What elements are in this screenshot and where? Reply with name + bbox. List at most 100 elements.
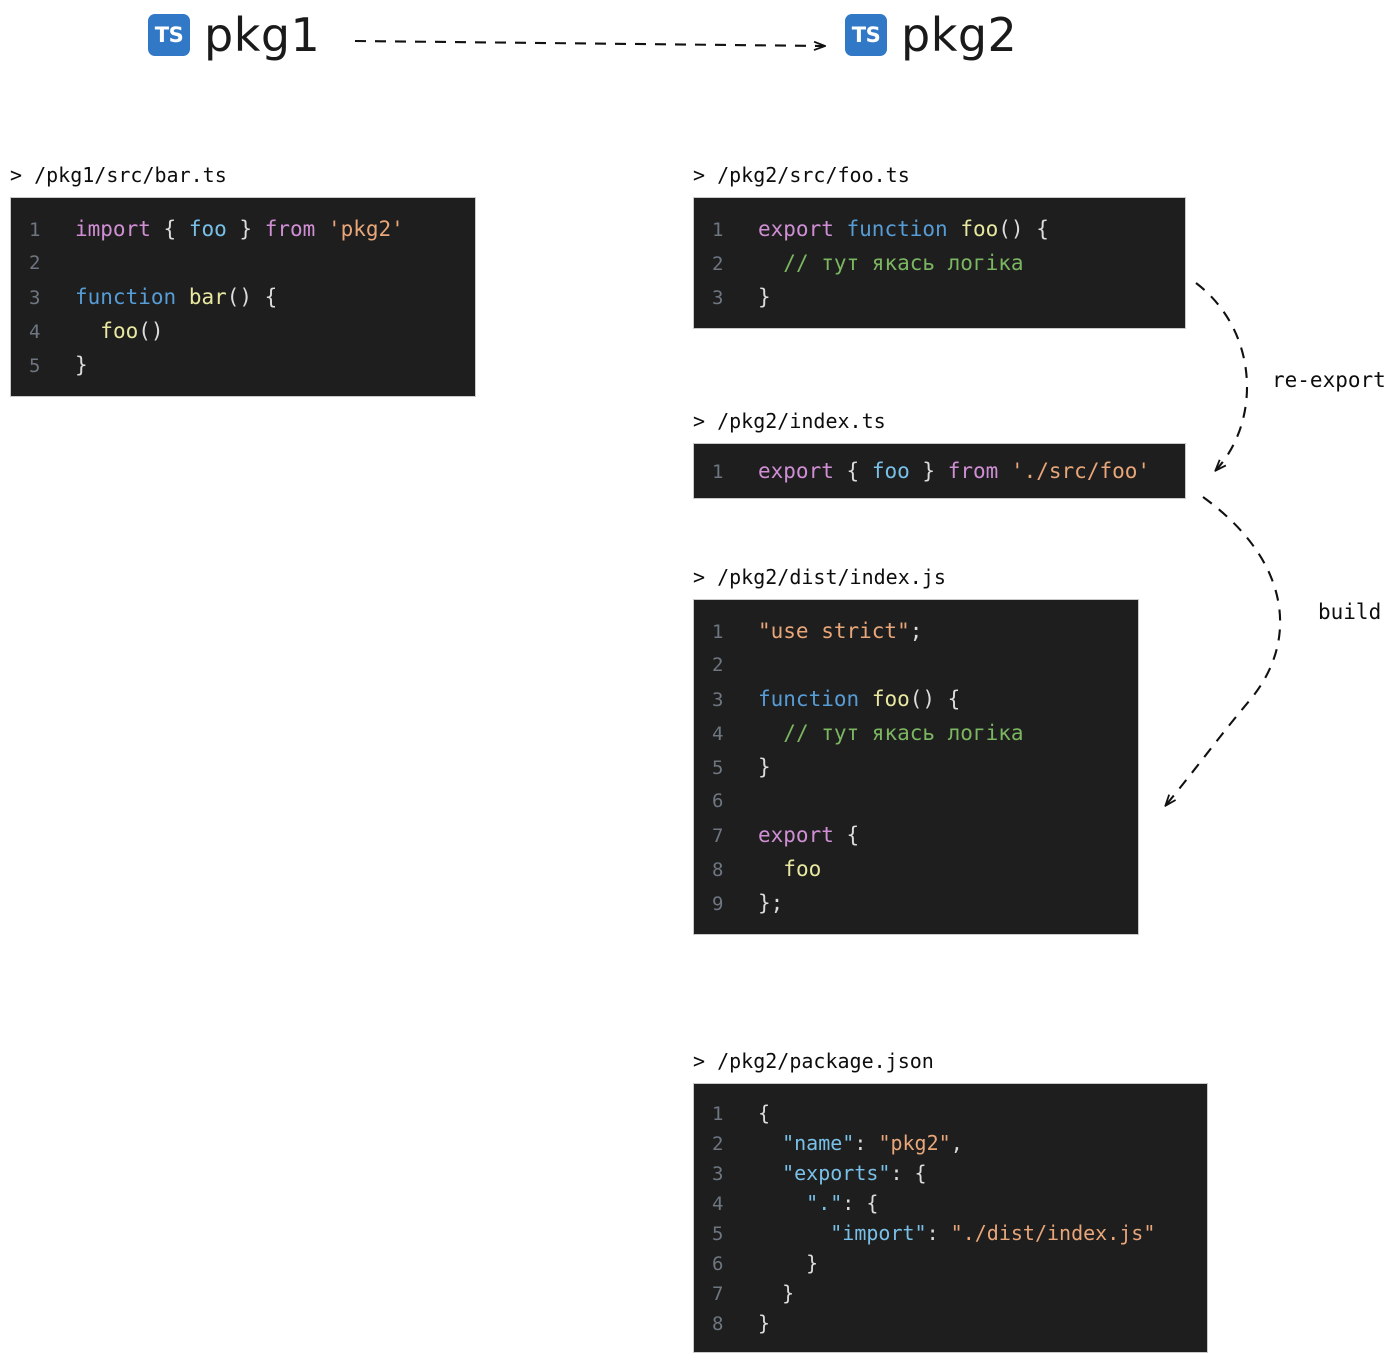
typescript-logo-text: TS bbox=[851, 22, 881, 47]
code-token: } bbox=[922, 459, 936, 483]
code-line: 6 bbox=[694, 784, 1138, 818]
package-label-pkg1: TS pkg1 bbox=[148, 12, 320, 58]
code-text: export { bbox=[758, 818, 859, 852]
code-token: }; bbox=[758, 891, 784, 915]
code-text: "import": "./dist/index.js" bbox=[758, 1218, 1155, 1248]
code-token: foo bbox=[100, 319, 139, 343]
code-text: function bar() { bbox=[75, 280, 277, 314]
code-text: // тут якась логіка bbox=[758, 716, 1024, 750]
line-number: 1 bbox=[712, 461, 724, 483]
code-line: 9}; bbox=[694, 886, 1138, 920]
code-text: } bbox=[758, 1278, 794, 1308]
line-number: 8 bbox=[712, 1313, 724, 1335]
typescript-logo-text: TS bbox=[154, 22, 184, 47]
line-number: 1 bbox=[712, 1103, 724, 1125]
file-group-index-ts: > /pkg2/index.ts 1 export { foo } from '.… bbox=[693, 409, 1186, 499]
code-token: export bbox=[758, 217, 834, 241]
code-token: from bbox=[264, 217, 316, 241]
code-line: 7 } bbox=[694, 1278, 1207, 1308]
code-text: { bbox=[758, 1098, 770, 1128]
code-line: 3} bbox=[694, 280, 1185, 314]
code-line: 1 import { foo } from 'pkg2' bbox=[11, 212, 475, 246]
code-block-package-json: 1{2 "name": "pkg2", 3 "exports": {4 ".": … bbox=[693, 1083, 1208, 1353]
code-text: }; bbox=[758, 886, 783, 920]
line-number: 3 bbox=[712, 689, 724, 711]
edge-label-re-export: re-export bbox=[1272, 368, 1386, 392]
code-token: from bbox=[947, 459, 999, 483]
code-token: "pkg2" bbox=[878, 1131, 951, 1155]
line-number: 5 bbox=[29, 355, 41, 377]
typescript-logo-icon: TS bbox=[845, 14, 887, 56]
line-number: 4 bbox=[712, 723, 724, 745]
file-path-index-ts: > /pkg2/index.ts bbox=[693, 409, 886, 433]
code-line: 2 bbox=[11, 246, 475, 280]
code-text: // тут якась логіка bbox=[758, 246, 1024, 280]
code-token: export bbox=[758, 459, 834, 483]
code-text: export function foo() { bbox=[758, 212, 1049, 246]
line-number: 4 bbox=[712, 1193, 724, 1215]
code-token: // тут якась логіка bbox=[783, 721, 1024, 745]
code-line: 5} bbox=[694, 750, 1138, 784]
code-token: function bbox=[846, 217, 948, 241]
code-token: foo bbox=[871, 687, 910, 711]
code-token: : bbox=[854, 1131, 879, 1155]
line-number: 1 bbox=[29, 219, 41, 241]
file-path-dist-index-js: > /pkg2/dist/index.js bbox=[693, 565, 946, 589]
code-token: { bbox=[846, 459, 860, 483]
code-line: 8} bbox=[694, 1308, 1207, 1338]
line-number: 3 bbox=[29, 287, 41, 309]
code-block-foo-ts: 1 export function foo() {2 // тут якась л… bbox=[693, 197, 1186, 329]
code-token: } bbox=[758, 755, 771, 779]
code-token: { bbox=[846, 823, 860, 847]
edge-pkg1-to-pkg2 bbox=[354, 39, 824, 46]
code-line: 2 "name": "pkg2", bbox=[694, 1128, 1207, 1158]
code-token: } bbox=[758, 1311, 771, 1335]
code-text: ".": { bbox=[758, 1188, 878, 1218]
code-token: // тут якась логіка bbox=[783, 251, 1024, 275]
code-token: () { bbox=[909, 687, 961, 711]
code-text: import { foo } from 'pkg2' bbox=[75, 212, 404, 246]
code-token: bar bbox=[188, 285, 227, 309]
code-text: "use strict"; bbox=[758, 614, 922, 648]
code-token: } bbox=[758, 285, 771, 309]
code-token: foo bbox=[960, 217, 999, 241]
code-text: function foo() { bbox=[758, 682, 960, 716]
code-line: 1 export function foo() { bbox=[694, 212, 1185, 246]
code-text: } bbox=[758, 1248, 818, 1278]
code-token: "exports" bbox=[782, 1161, 891, 1185]
code-token: { bbox=[163, 217, 177, 241]
code-text: } bbox=[758, 280, 771, 314]
code-token: foo bbox=[871, 459, 910, 483]
code-line: 4 // тут якась логіка bbox=[694, 716, 1138, 750]
code-token: { bbox=[758, 1101, 771, 1125]
code-line: 6 } bbox=[694, 1248, 1207, 1278]
code-line: 1 export { foo } from './src/foo' bbox=[694, 454, 1185, 488]
typescript-logo-icon: TS bbox=[148, 14, 190, 56]
code-token: : bbox=[926, 1221, 951, 1245]
line-number: 1 bbox=[712, 621, 724, 643]
code-block-dist-index-js: 1 "use strict"; 2 3 function foo() {4 // тут… bbox=[693, 599, 1139, 935]
line-number: 5 bbox=[712, 1223, 724, 1245]
code-line: 3 function foo() { bbox=[694, 682, 1138, 716]
code-token: foo bbox=[188, 217, 227, 241]
code-line: 2 bbox=[694, 648, 1138, 682]
edge-build bbox=[1166, 496, 1282, 805]
code-line: 5} bbox=[11, 348, 475, 382]
file-path-package-json: > /pkg2/package.json bbox=[693, 1049, 934, 1073]
line-number: 6 bbox=[712, 790, 724, 812]
edge-label-build: build bbox=[1318, 600, 1382, 624]
code-token: "./dist/index.js" bbox=[950, 1221, 1156, 1245]
line-number: 5 bbox=[712, 757, 724, 779]
